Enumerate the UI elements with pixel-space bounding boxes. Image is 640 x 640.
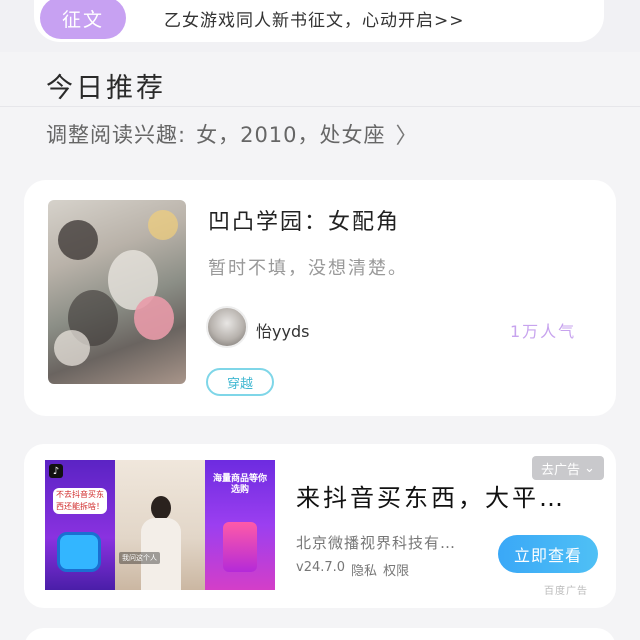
ad-card[interactable]: ♪ 不去抖音买东西还能拆啥！ 我问这个人 海量商品等你选购 去广告 ⌄ 来抖音买… [24,444,616,608]
author-name[interactable]: 怡yyds [256,318,309,342]
tiktok-icon: ♪ [49,464,63,478]
banner-text[interactable]: 乙女游戏同人新书征文，心动开启>> [164,6,465,31]
remove-ad-label: 去广告 [541,462,581,478]
book-card[interactable]: 凹凸学园：女配角 暂时不填，没想清楚。 怡yyds 1万人气 穿越 [24,180,616,416]
ad-title[interactable]: 来抖音买东西，大平… [296,478,566,513]
chevron-right-icon: 〉 [395,124,419,149]
remove-ad-button[interactable]: 去广告 ⌄ [532,456,604,480]
ad-source-label: 百度广告 [544,586,588,597]
ad-image-left-panel: ♪ 不去抖音买东西还能拆啥！ [45,460,115,590]
chevron-down-icon: ⌄ [584,460,595,476]
ad-bubble-text: 不去抖音买东西还能拆啥！ [53,488,107,514]
genre-tag[interactable]: 穿越 [206,368,274,396]
book-title[interactable]: 凹凸学园：女配角 [208,204,400,236]
book-description: 暂时不填，没想清楚。 [208,258,408,279]
book-cover-image[interactable] [48,200,186,384]
ad-version: v24.7.0 [296,560,346,575]
gift-icon [223,522,257,572]
essay-contest-tag[interactable]: 征文 [40,0,126,39]
next-card-edge [24,628,616,640]
ad-caption: 我问这个人 [119,552,160,564]
top-banner-card[interactable]: 征文 乙女游戏同人新书征文，心动开启>> [34,0,604,42]
ad-image-right-panel: 海量商品等你选购 [205,460,275,590]
view-now-button[interactable]: 立即查看 [498,535,598,573]
ad-right-text: 海量商品等你选购 [212,474,267,495]
ad-privacy-link[interactable]: 隐私 [351,560,377,579]
tv-icon [57,532,101,572]
ad-company: 北京微播视界科技有… [296,534,457,552]
ad-meta: v24.7.0 隐私 权限 [296,560,409,579]
divider [0,106,640,107]
person-figure [141,496,181,590]
ad-image[interactable]: ♪ 不去抖音买东西还能拆啥！ 我问这个人 海量商品等你选购 [45,460,275,590]
interest-values: 女，2010，处女座 [196,123,386,147]
interest-prefix: 调整阅读兴趣: [46,123,187,147]
ad-permissions-link[interactable]: 权限 [383,560,409,579]
popularity-count: 1万人气 [510,322,577,341]
avatar[interactable] [206,306,248,348]
ad-image-middle-panel: 我问这个人 [115,460,205,590]
adjust-interest-link[interactable]: 调整阅读兴趣: 女，2010，处女座 〉 [46,118,419,150]
section-title: 今日推荐 [46,73,166,104]
